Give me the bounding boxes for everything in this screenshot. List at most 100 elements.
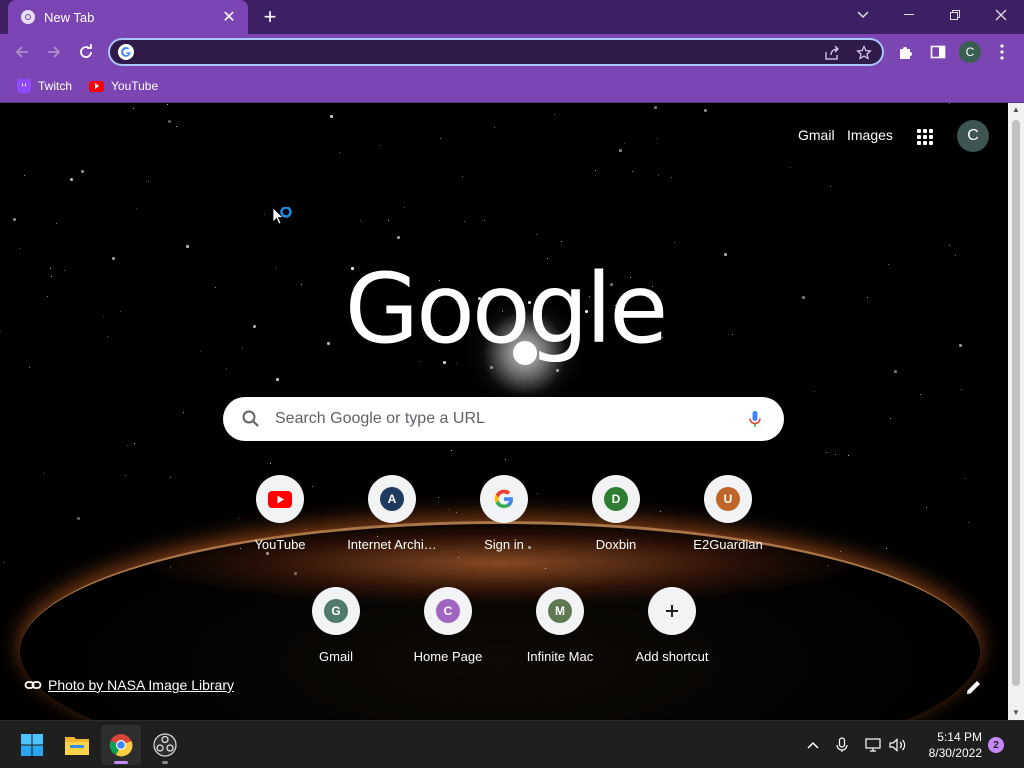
profile-button[interactable]: C [956, 38, 984, 66]
forward-button[interactable] [40, 38, 68, 66]
network-tray-button[interactable] [862, 735, 884, 755]
star [658, 175, 660, 177]
speaker-icon [889, 738, 906, 752]
star [242, 348, 244, 350]
gmail-link[interactable]: Gmail [798, 127, 835, 143]
star [920, 394, 922, 396]
tab-new-tab[interactable]: New Tab ✕ [8, 0, 248, 34]
shortcut-gmail[interactable]: G Gmail [280, 587, 392, 699]
images-link[interactable]: Images [847, 127, 893, 143]
shortcut-infinite-mac[interactable]: M Infinite Mac [504, 587, 616, 699]
star [894, 370, 897, 373]
shortcut-icon-circle: M [536, 587, 584, 635]
star [397, 236, 400, 239]
star [380, 145, 382, 147]
share-button[interactable] [822, 43, 842, 63]
google-search-box[interactable] [223, 397, 784, 441]
star [50, 268, 52, 270]
star [888, 264, 890, 266]
arrow-right-icon [48, 46, 61, 58]
restore-button[interactable] [932, 0, 978, 30]
background-attribution[interactable]: Photo by NASA Image Library [24, 676, 234, 694]
minimize-button[interactable] [886, 0, 932, 30]
address-bar[interactable] [108, 38, 884, 66]
star [732, 334, 734, 336]
address-input[interactable] [140, 42, 800, 62]
star [51, 276, 53, 278]
start-button[interactable] [12, 725, 52, 765]
bookmark-twitch[interactable]: Twitch [17, 76, 72, 96]
chrome-icon [109, 734, 133, 757]
star [388, 220, 390, 222]
shortcut-internet-archive[interactable]: A Internet Archi… [336, 475, 448, 587]
star [654, 106, 657, 109]
star [215, 287, 217, 289]
obs-taskbar-button[interactable] [145, 725, 185, 765]
search-input[interactable] [275, 407, 735, 431]
scrollbar-thumb[interactable] [1012, 120, 1020, 686]
shortcut-sign-in[interactable]: Sign in [448, 475, 560, 587]
page-scrollbar[interactable]: ▲ ▼ [1008, 103, 1024, 720]
star [955, 255, 957, 257]
star [339, 152, 341, 154]
back-button[interactable] [8, 38, 36, 66]
bookmark-youtube[interactable]: YouTube [89, 76, 158, 96]
file-explorer-button[interactable] [57, 725, 97, 765]
account-avatar[interactable]: C [957, 120, 989, 152]
star [814, 391, 816, 393]
pencil-icon[interactable] [964, 677, 984, 697]
shortcut-home-page[interactable]: C Home Page [392, 587, 504, 699]
shortcut-label: Infinite Mac [526, 649, 594, 664]
new-tab-button[interactable]: + [258, 4, 282, 30]
letter-avatar: M [548, 599, 572, 623]
obs-icon [153, 733, 177, 757]
shortcut-add[interactable]: Add shortcut [616, 587, 728, 699]
scroll-up-icon[interactable]: ▲ [1008, 103, 1024, 117]
menu-button[interactable] [988, 38, 1016, 66]
folder-icon [65, 737, 89, 755]
star [168, 120, 171, 123]
shortcut-e2guardian[interactable]: U E2Guardian [672, 475, 784, 587]
extensions-button[interactable] [892, 38, 920, 66]
attribution-text[interactable]: Photo by NASA Image Library [48, 677, 234, 693]
star [451, 450, 453, 452]
star [826, 452, 828, 454]
star [270, 463, 272, 465]
star [186, 245, 189, 248]
star [19, 248, 21, 250]
tab-strip: New Tab ✕ + [0, 0, 1024, 34]
chrome-taskbar-button[interactable] [101, 725, 141, 765]
star [360, 220, 362, 222]
close-window-button[interactable] [978, 0, 1024, 30]
star [556, 369, 559, 372]
shortcut-doxbin[interactable]: D Doxbin [560, 475, 672, 587]
chevron-down-icon [857, 11, 869, 19]
letter-avatar: G [324, 599, 348, 623]
side-panel-icon [930, 45, 946, 59]
shortcut-label: Internet Archi… [347, 537, 437, 552]
star [624, 143, 626, 145]
tab-close-icon[interactable]: ✕ [220, 8, 238, 26]
star [890, 418, 892, 420]
side-panel-button[interactable] [924, 38, 952, 66]
star [43, 473, 45, 475]
taskbar-clock[interactable]: 5:14 PM 8/30/2022 [916, 729, 982, 761]
reload-button[interactable] [72, 38, 100, 66]
star [674, 242, 676, 244]
shortcut-youtube[interactable]: YouTube [224, 475, 336, 587]
scroll-down-icon[interactable]: ▼ [1008, 706, 1024, 720]
microphone-icon[interactable] [745, 409, 765, 429]
google-apps-icon[interactable] [913, 125, 937, 149]
twitch-icon [17, 79, 31, 93]
notification-badge[interactable]: 2 [988, 737, 1004, 753]
tab-search-button[interactable] [840, 0, 886, 30]
star [276, 378, 279, 381]
volume-tray-button[interactable] [887, 735, 909, 755]
bookmark-star-button[interactable] [854, 43, 874, 63]
star [136, 208, 138, 210]
youtube-icon [89, 80, 104, 92]
shortcut-icon-circle: C [424, 587, 472, 635]
microphone-tray-button[interactable] [831, 735, 853, 755]
letter-avatar: C [436, 599, 460, 623]
show-hidden-icons-button[interactable] [802, 735, 824, 755]
